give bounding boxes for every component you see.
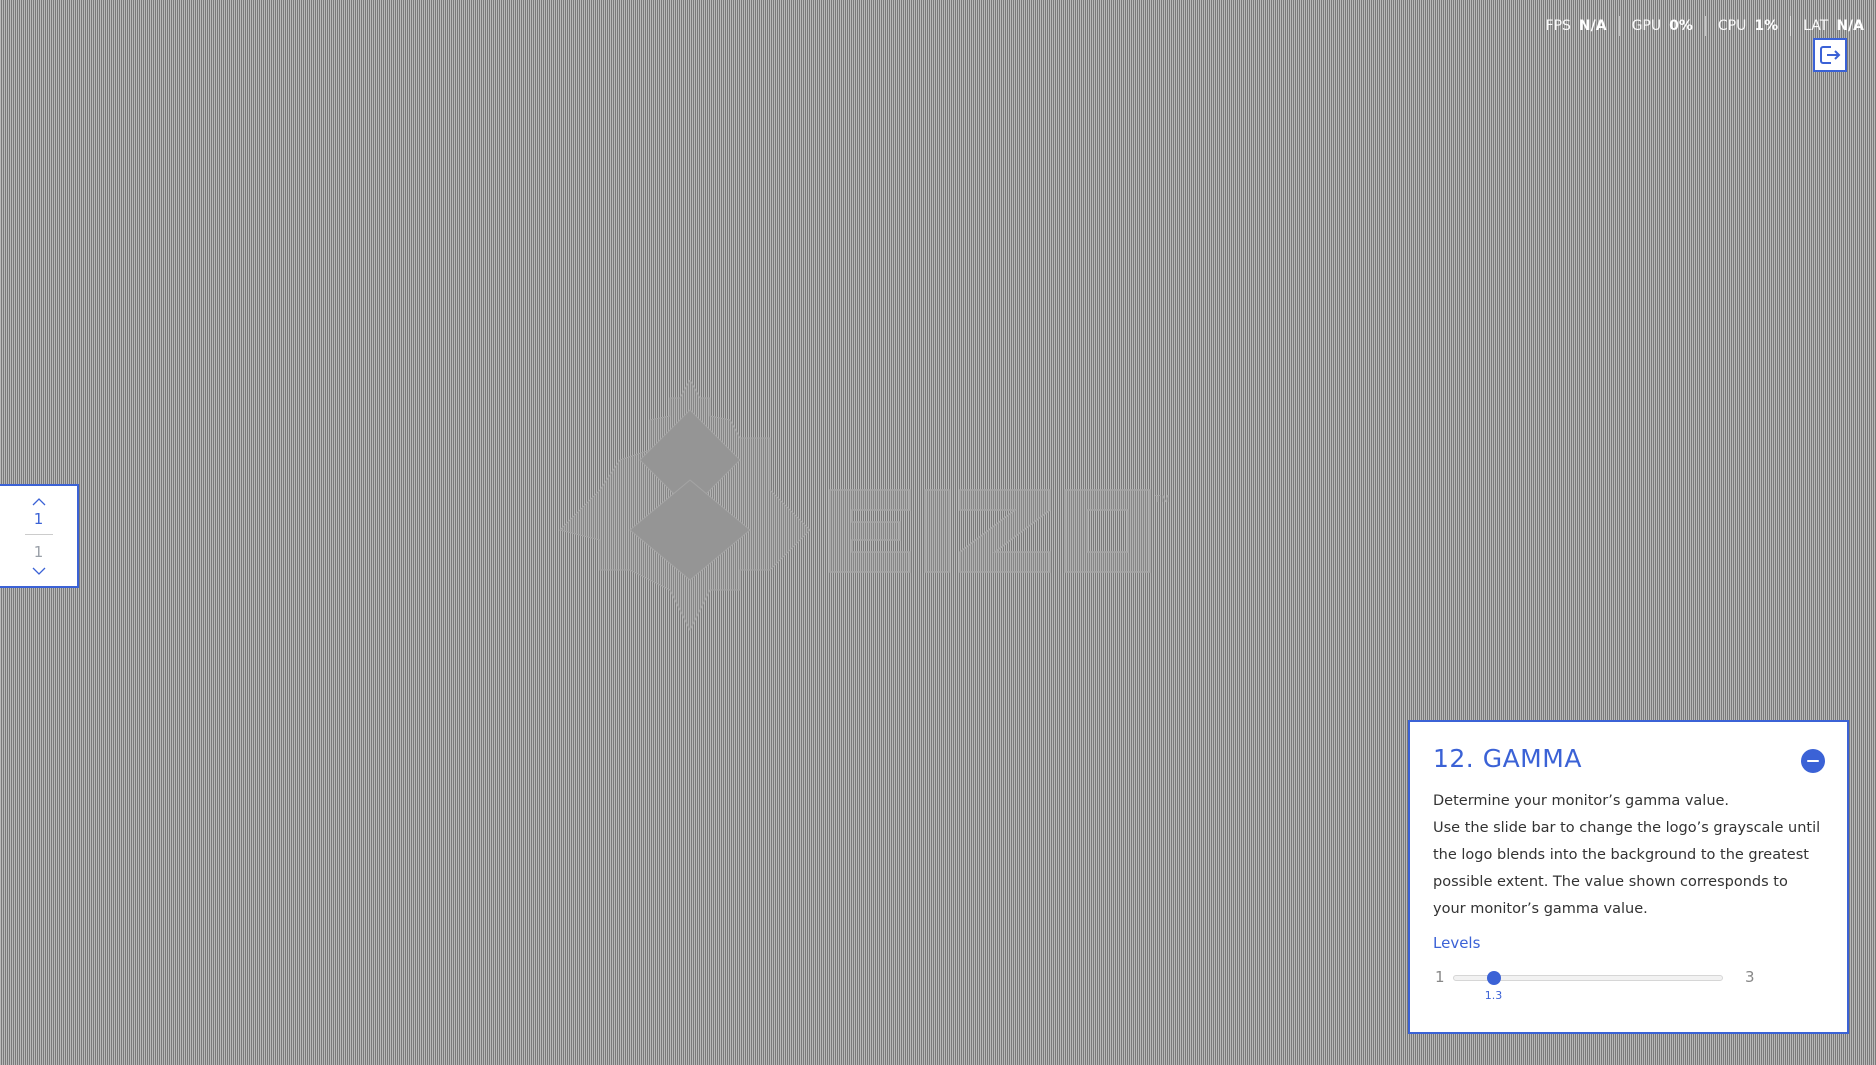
stat-cpu: CPU 1%: [1706, 16, 1792, 36]
page-indicator: 1 1: [0, 484, 79, 588]
current-page-number: 1: [33, 510, 44, 528]
gamma-slider: 1 1.3 3: [1433, 969, 1825, 1005]
description-line-1: Determine your monitor’s gamma value.: [1433, 793, 1730, 809]
minus-icon: [1807, 759, 1819, 763]
stat-gpu: GPU 0%: [1620, 16, 1706, 36]
panel-title: 12. GAMMA: [1433, 744, 1582, 773]
stat-fps-value: N/A: [1578, 18, 1607, 34]
panel-description: Determine your monitor’s gamma value. Us…: [1433, 788, 1825, 923]
stat-fps-label: FPS: [1545, 18, 1571, 34]
performance-stats: FPS N/A GPU 0% CPU 1% LAT N/A: [1534, 16, 1868, 36]
chevron-down-icon: [32, 567, 45, 575]
stat-lat-label: LAT: [1803, 18, 1829, 34]
stat-fps: FPS N/A: [1534, 16, 1620, 36]
exit-icon: [1820, 46, 1841, 64]
collapse-panel-button[interactable]: [1801, 749, 1825, 773]
chevron-up-icon: [32, 498, 45, 506]
test-info-panel: 12. GAMMA Determine your monitor’s gamma…: [1408, 720, 1849, 1034]
exit-button[interactable]: [1813, 38, 1847, 72]
page-down-button[interactable]: [29, 565, 49, 577]
levels-label: Levels: [1433, 934, 1481, 952]
description-line-2: Use the slide bar to change the logo’s g…: [1433, 820, 1821, 917]
stat-lat-value: N/A: [1836, 18, 1864, 34]
stat-gpu-value: 0%: [1669, 18, 1693, 34]
page-divider: [24, 534, 53, 535]
slider-value-label: 1.3: [1484, 989, 1503, 1002]
svg-text:TM: TM: [1155, 494, 1169, 505]
total-pages-number: 1: [33, 543, 44, 561]
page-up-button[interactable]: [29, 496, 49, 508]
slider-min-label: 1: [1435, 968, 1445, 986]
stat-gpu-label: GPU: [1631, 18, 1662, 34]
stat-lat: LAT N/A: [1791, 16, 1868, 36]
stat-cpu-label: CPU: [1717, 18, 1747, 34]
eizo-logo: TM: [559, 380, 1169, 632]
stat-cpu-value: 1%: [1754, 18, 1779, 34]
slider-max-label: 3: [1745, 968, 1755, 986]
slider-thumb[interactable]: [1486, 971, 1501, 985]
